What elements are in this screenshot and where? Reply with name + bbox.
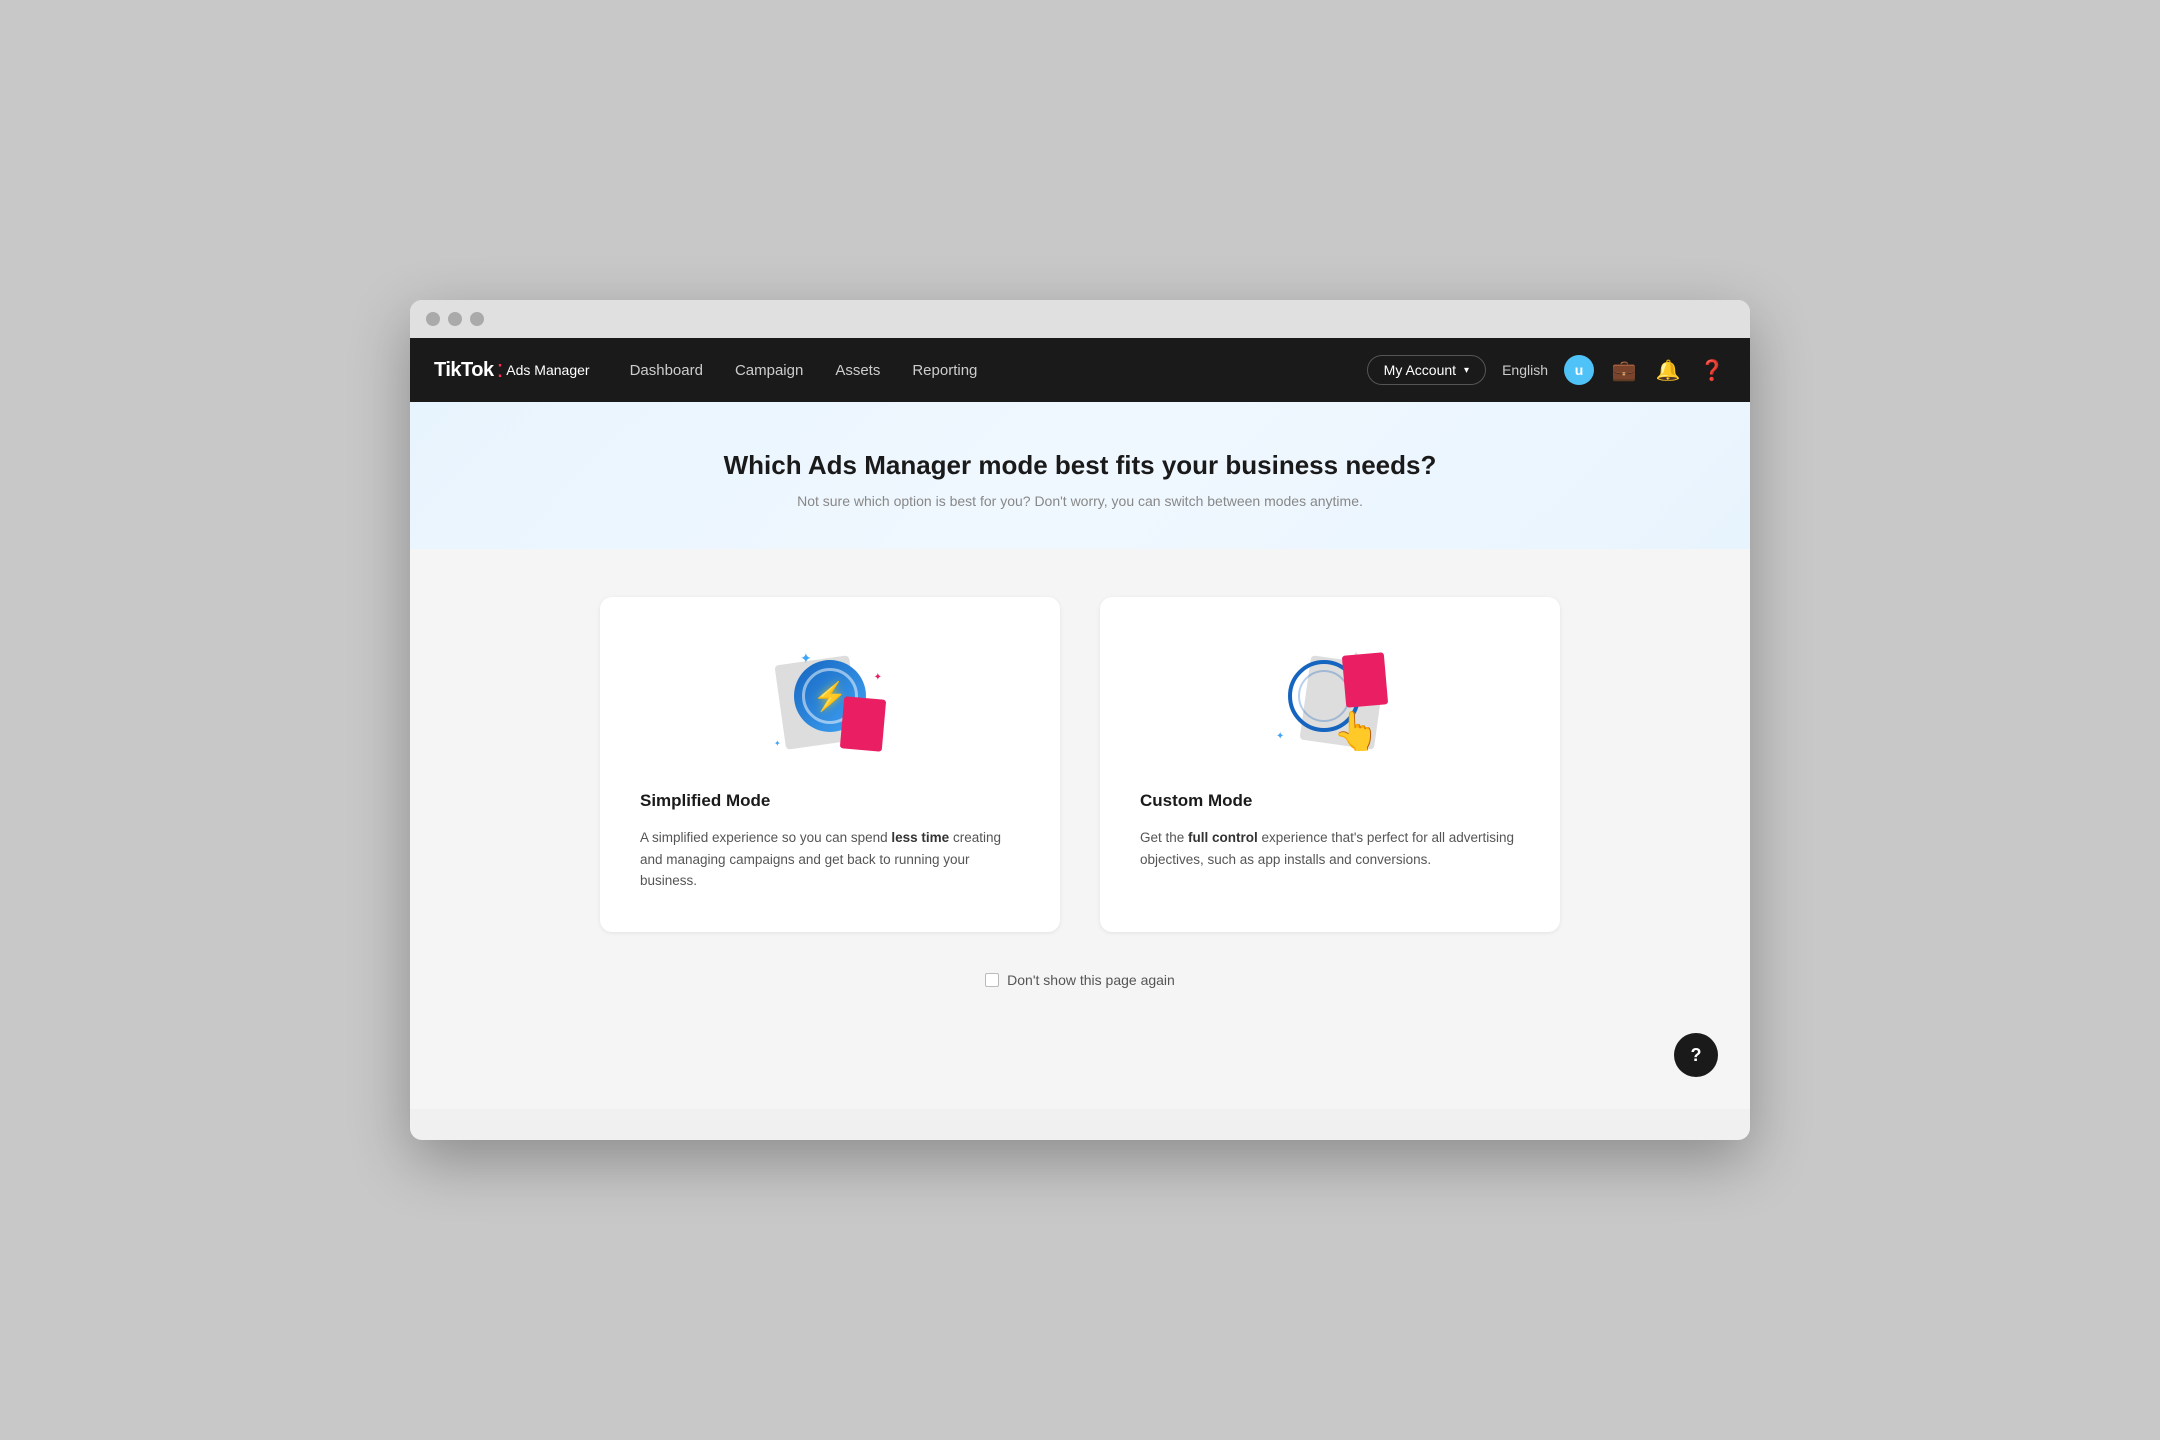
simplified-mode-illustration: ⚡ ✦ ✦ ✦ [640, 637, 1020, 767]
bell-icon[interactable]: 🔔 [1654, 356, 1682, 384]
custom-hand-icon: 👆 [1333, 710, 1380, 754]
tiktok-logo: TikTok : Ads Manager [434, 358, 590, 382]
nav-link-reporting[interactable]: Reporting [912, 362, 977, 379]
custom-desc-plain: Get the [1140, 830, 1188, 845]
nav-link-dashboard[interactable]: Dashboard [630, 362, 703, 379]
custom-mode-card[interactable]: 👆 ✦ ✦ Custom Mode Get the full control e… [1100, 597, 1560, 932]
simplified-mode-card[interactable]: ⚡ ✦ ✦ ✦ Simplified Mode A simplified exp… [600, 597, 1060, 932]
my-account-label: My Account [1384, 362, 1456, 378]
nav-brand: TikTok : Ads Manager [434, 358, 590, 382]
traffic-light-close[interactable] [426, 312, 440, 326]
page-wrapper: TikTok : Ads Manager Dashboard Campaign … [410, 338, 1750, 1109]
logo-ads-text: Ads Manager [506, 362, 589, 378]
hero-title: Which Ads Manager mode best fits your bu… [410, 450, 1750, 481]
main-content: ⚡ ✦ ✦ ✦ Simplified Mode A simplified exp… [410, 549, 1750, 1109]
nav-link-assets[interactable]: Assets [835, 362, 880, 379]
simp-star3-icon: ✦ [774, 739, 781, 748]
simplified-desc-plain: A simplified experience so you can spend [640, 830, 891, 845]
dont-show-checkbox[interactable] [985, 973, 999, 987]
nav-links: Dashboard Campaign Assets Reporting [630, 362, 1367, 379]
simplified-mode-description: A simplified experience so you can spend… [640, 827, 1020, 892]
briefcase-icon[interactable]: 💼 [1610, 356, 1638, 384]
cards-container: ⚡ ✦ ✦ ✦ Simplified Mode A simplified exp… [530, 597, 1630, 932]
custom-pink-rect [1342, 652, 1388, 707]
dont-show-row: Don't show this page again [530, 972, 1630, 988]
simp-pink-rect [840, 696, 886, 751]
custom-mode-title: Custom Mode [1140, 791, 1520, 811]
custom-mode-description: Get the full control experience that's p… [1140, 827, 1520, 870]
simp-star1-icon: ✦ [800, 650, 812, 667]
help-fab-icon: ? [1691, 1045, 1702, 1066]
simplified-mode-title: Simplified Mode [640, 791, 1020, 811]
browser-chrome [410, 300, 1750, 338]
logo-tiktok-text: TikTok [434, 359, 494, 382]
custom-mode-illustration: 👆 ✦ ✦ [1140, 637, 1520, 767]
custom-star2-icon: ✦ [1276, 731, 1284, 742]
simplified-desc-bold: less time [891, 830, 949, 845]
browser-window: TikTok : Ads Manager Dashboard Campaign … [410, 300, 1750, 1140]
logo-dot: : [497, 358, 504, 382]
custom-desc-bold: full control [1188, 830, 1258, 845]
traffic-light-minimize[interactable] [448, 312, 462, 326]
chevron-down-icon: ▾ [1464, 365, 1469, 376]
help-fab-button[interactable]: ? [1674, 1033, 1718, 1077]
simp-bolt-icon: ⚡ [813, 680, 848, 713]
hero-subtitle: Not sure which option is best for you? D… [410, 493, 1750, 509]
nav-link-campaign[interactable]: Campaign [735, 362, 803, 379]
user-avatar[interactable]: u [1564, 355, 1594, 385]
traffic-light-maximize[interactable] [470, 312, 484, 326]
help-icon[interactable]: ❓ [1698, 356, 1726, 384]
nav-right: My Account ▾ English u 💼 🔔 ❓ [1367, 355, 1726, 385]
language-selector[interactable]: English [1502, 362, 1548, 378]
my-account-button[interactable]: My Account ▾ [1367, 355, 1486, 385]
simp-star2-icon: ✦ [874, 672, 882, 683]
dont-show-label: Don't show this page again [1007, 972, 1175, 988]
hero-banner: Which Ads Manager mode best fits your bu… [410, 402, 1750, 549]
navbar: TikTok : Ads Manager Dashboard Campaign … [410, 338, 1750, 402]
